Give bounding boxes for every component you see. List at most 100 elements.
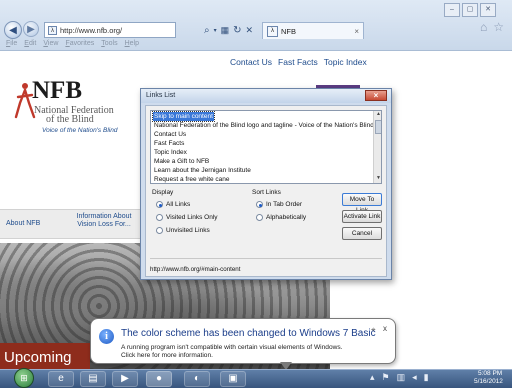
activate-link-button[interactable]: Activate Link [342, 210, 382, 223]
notification-close-icon[interactable]: x [383, 324, 387, 333]
browser-chrome: ◀ ▶ λ http://www.nfb.org/ ⌕ ▾ ▦ ↻ ✕ λ NF… [0, 0, 512, 51]
list-item[interactable]: Request a free white cane [153, 175, 231, 183]
windows-logo-icon: ⊞ [20, 373, 28, 383]
site-nav: About NFB Information About Vision Loss … [0, 209, 160, 239]
refresh-icon[interactable]: ↻ [233, 25, 241, 36]
stop-icon[interactable]: ✕ [246, 25, 254, 36]
links-listbox[interactable]: Skip to main content National Federation… [150, 110, 382, 184]
scroll-down-icon[interactable]: ▼ [374, 175, 381, 181]
pin-icon[interactable]: ⌖ [371, 325, 376, 335]
radio-all-links[interactable]: All Links [156, 201, 190, 208]
tray-signal-icon[interactable]: ▮ [424, 372, 429, 383]
taskbar-app-icon[interactable]: ▶ [112, 371, 138, 387]
menu-tools[interactable]: Tools [101, 40, 117, 50]
radio-label: Visited Links Only [166, 214, 218, 221]
radio-visited-links[interactable]: Visited Links Only [156, 214, 218, 221]
forward-button[interactable]: ▶ [23, 21, 39, 37]
nfb-logo[interactable]: NFB National Federation of the Blind Voi… [6, 77, 136, 167]
display-group-label: Display [152, 189, 174, 196]
list-item[interactable]: National Federation of the Blind logo an… [153, 121, 375, 130]
toolbar-icons: ⌂ ☆ [480, 20, 504, 34]
listbox-scrollbar[interactable]: ▲ ▼ [373, 111, 381, 183]
nav-vision-loss-info[interactable]: Information About Vision Loss For... [68, 213, 140, 229]
radio-alphabetically[interactable]: Alphabetically [256, 214, 306, 221]
dropdown-icon[interactable]: ▾ [214, 27, 217, 34]
dialog-titlebar[interactable]: Links List × [141, 89, 391, 103]
menu-view[interactable]: View [43, 40, 58, 50]
sort-group-label: Sort Links [252, 189, 281, 196]
logo-title: NFB [32, 77, 82, 104]
compat-view-icon[interactable]: ▦ [221, 25, 230, 36]
notification-balloon[interactable]: i The color scheme has been changed to W… [90, 318, 396, 364]
taskbar-app-icon[interactable]: ▣ [220, 371, 246, 387]
radio-unselected-icon [156, 214, 163, 221]
tab-close-icon[interactable]: × [354, 27, 359, 36]
clock-date[interactable]: 5/16/2012 [474, 378, 503, 385]
tray-flag-icon[interactable]: ⚑ [382, 372, 390, 383]
site-top-links: Contact Us Fast Facts Topic Index [230, 57, 367, 67]
move-to-link-button[interactable]: Move To Link [342, 193, 382, 214]
notification-more-info-link[interactable]: Click here for more information. [121, 352, 213, 359]
radio-label: Alphabetically [266, 214, 307, 221]
list-item[interactable]: Make a Gift to NFB [153, 157, 210, 166]
maximize-icon[interactable]: ▢ [462, 3, 478, 17]
info-icon: i [99, 329, 114, 344]
back-button[interactable]: ◀ [4, 21, 22, 39]
selected-link-url: http://www.nfb.org/#main-content [150, 266, 241, 273]
list-item[interactable]: Fast Facts [153, 139, 185, 148]
radio-unselected-icon [256, 214, 263, 221]
radio-label: In Tab Order [266, 201, 303, 208]
nav-about-nfb[interactable]: About NFB [6, 220, 40, 227]
browser-tab[interactable]: λ NFB × [262, 22, 364, 39]
radio-unselected-icon [156, 227, 163, 234]
dialog-divider [150, 258, 382, 259]
tray-volume-icon[interactable]: ◂ [412, 372, 417, 383]
links-list-dialog: Links List × Skip to main content Nation… [140, 88, 392, 280]
list-item[interactable]: Skip to main content [152, 111, 215, 122]
favorites-star-icon[interactable]: ☆ [493, 20, 504, 34]
window-controls: – ▢ ✕ [444, 3, 496, 17]
system-tray: ▴ ⚑ ▥ ◂ ▮ [370, 372, 429, 383]
scroll-up-icon[interactable]: ▲ [374, 111, 381, 117]
window-close-icon[interactable]: ✕ [480, 3, 496, 17]
minimize-icon[interactable]: – [444, 3, 460, 17]
menu-file[interactable]: File [6, 40, 17, 50]
home-icon[interactable]: ⌂ [480, 20, 487, 34]
menu-help[interactable]: Help [125, 40, 139, 50]
list-item[interactable]: Contact Us [153, 130, 187, 139]
tray-network-icon[interactable]: ▥ [397, 372, 406, 383]
logo-line-2: of the Blind [46, 114, 94, 125]
tab-title: NFB [281, 26, 296, 36]
taskbar-explorer-icon[interactable]: ▤ [80, 371, 106, 387]
tray-arrow-icon[interactable]: ▴ [370, 372, 375, 383]
notification-title: The color scheme has been changed to Win… [121, 328, 376, 339]
menu-edit[interactable]: Edit [24, 40, 36, 50]
taskbar-app-icon[interactable]: ● [146, 371, 172, 387]
scroll-thumb[interactable] [375, 120, 381, 134]
menu-favorites[interactable]: Favorites [65, 40, 94, 50]
radio-tab-order[interactable]: In Tab Order [256, 201, 302, 208]
link-contact-us[interactable]: Contact Us [230, 57, 272, 67]
address-bar[interactable]: λ http://www.nfb.org/ [44, 22, 176, 38]
taskbar: ⊞ e ▤ ▶ ● ◐ ▣ ▴ ⚑ ▥ ◂ ▮ 5:08 PM 5/16/201… [0, 368, 512, 388]
taskbar-ie-icon[interactable]: e [48, 371, 74, 387]
start-button[interactable]: ⊞ [14, 368, 34, 388]
cancel-button[interactable]: Cancel [342, 227, 382, 240]
dialog-title: Links List [146, 92, 176, 99]
address-text: http://www.nfb.org/ [60, 25, 123, 35]
radio-label: All Links [166, 201, 191, 208]
taskbar-app-icon[interactable]: ◐ [184, 371, 210, 387]
radio-selected-icon [256, 201, 263, 208]
search-icon[interactable]: ⌕ [204, 25, 210, 36]
list-item[interactable]: Learn about the Jernigan Institute [153, 166, 252, 175]
link-fast-facts[interactable]: Fast Facts [278, 57, 318, 67]
notification-message: A running program isn't compatible with … [121, 344, 343, 351]
logo-tagline: Voice of the Nation's Blind [42, 127, 118, 134]
page-icon: λ [48, 25, 57, 35]
dialog-close-button[interactable]: × [365, 90, 387, 101]
link-topic-index[interactable]: Topic Index [324, 57, 367, 67]
radio-unvisited-links[interactable]: Unvisited Links [156, 227, 210, 234]
clock-time[interactable]: 5:08 PM [478, 370, 502, 377]
list-item[interactable]: Topic Index [153, 148, 188, 157]
dialog-body: Skip to main content National Federation… [145, 105, 387, 277]
